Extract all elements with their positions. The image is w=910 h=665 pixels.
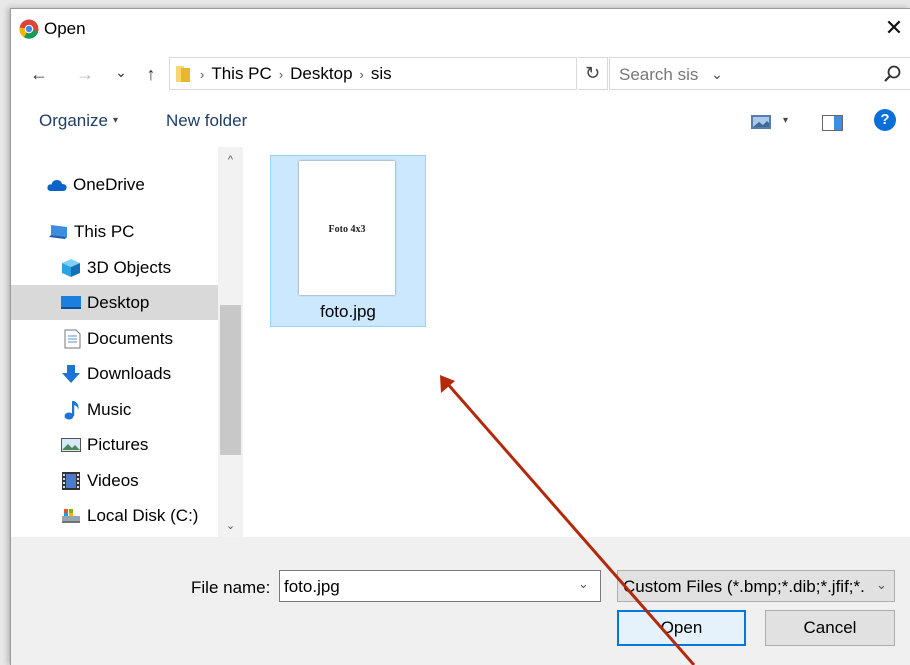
preview-pane-icon[interactable] [822,115,844,131]
file-list[interactable]: Foto 4x3 foto.jpg [243,147,910,537]
command-bar: Organize ▾ New folder ▾ ? [11,105,910,139]
chrome-icon [19,19,39,39]
sidebar-item-downloads[interactable]: Downloads [11,356,218,391]
sidebar-item-label: Pictures [87,435,149,454]
navigation-scrollbar[interactable]: ^ ⌄ [218,147,243,537]
up-arrow-icon: ↑ [146,64,156,84]
title-bar: Open ✕ [11,9,910,49]
document-icon [64,329,81,349]
open-button[interactable]: Open [617,610,746,646]
sidebar-item-label: OneDrive [73,175,145,194]
scroll-thumb[interactable] [220,305,241,455]
desktop-icon [61,296,81,309]
chevron-down-icon[interactable]: ⌄ [578,576,589,592]
sidebar-item-this-pc[interactable]: This PC [11,214,218,249]
cube-icon [62,259,80,277]
refresh-icon: ↻ [584,63,601,83]
new-folder-button[interactable]: New folder [166,111,247,131]
file-type-select[interactable]: Custom Files (*.bmp;*.dib;*.jfif;*. ⌄ [617,570,895,602]
search-box[interactable]: Search sis [609,57,910,90]
organize-label: Organize [39,111,108,130]
sidebar-item-pictures[interactable]: Pictures [11,427,218,462]
folder-icon [176,66,190,82]
sidebar-item-music[interactable]: Music [11,392,218,427]
file-item-foto-jpg[interactable]: Foto 4x3 foto.jpg [270,155,426,327]
sidebar-item-documents[interactable]: Documents [11,321,218,356]
breadcrumb-this-pc[interactable]: This PC [211,64,271,83]
breadcrumb-separator-icon: › [200,67,205,82]
view-dropdown-icon[interactable]: ▾ [783,115,788,126]
close-button[interactable]: ✕ [879,13,909,43]
breadcrumb-separator-icon: › [359,67,364,82]
sidebar-item-label: Desktop [87,293,150,312]
breadcrumb-separator-icon: › [278,67,284,82]
sidebar-item-local-disk[interactable]: Local Disk (C:) [11,498,218,533]
chevron-down-icon: ⌄ [225,520,236,532]
sidebar-item-label: 3D Objects [87,258,172,277]
scroll-down-button[interactable]: ⌄ [218,517,243,535]
chevron-down-icon: ⌄ [115,64,127,80]
disk-icon [62,509,80,523]
view-options-icon[interactable] [751,115,773,129]
cancel-label: Cancel [803,618,857,637]
forward-arrow-icon: → [76,64,94,84]
sidebar-item-label: Downloads [87,364,172,383]
organize-button[interactable]: Organize ▾ [39,111,118,131]
forward-button[interactable]: → [73,61,97,87]
caret-down-icon: ▾ [112,115,119,126]
breadcrumb: › This PC › Desktop › sis [200,64,392,84]
help-icon: ? [880,111,890,128]
file-type-value: Custom Files (*.bmp;*.dib;*.jfif;*. [623,577,865,596]
sidebar-item-desktop[interactable]: Desktop [11,285,218,320]
recent-locations-button[interactable]: ⌄ [109,59,133,85]
new-folder-label: New folder [166,111,248,130]
chevron-up-icon: ^ [227,154,234,166]
refresh-button[interactable]: ↻ [578,57,608,90]
sidebar-item-onedrive[interactable]: OneDrive [11,167,218,202]
file-name-input[interactable]: foto.jpg [284,577,340,597]
search-input[interactable]: Search sis [619,65,698,85]
sidebar-item-label: This PC [74,222,135,241]
address-bar[interactable]: › This PC › Desktop › sis ⌄ [169,57,723,90]
file-name-label: File name: [191,578,271,597]
sidebar-item-label: Music [87,400,132,419]
window-title: Open [44,19,86,38]
sidebar-item-3d-objects[interactable]: 3D Objects [11,250,218,285]
file-thumbnail: Foto 4x3 [299,161,395,295]
breadcrumb-sis[interactable]: sis [371,64,392,83]
breadcrumb-desktop[interactable]: Desktop [290,64,352,83]
thumbnail-text: Foto 4x3 [328,224,366,235]
cloud-icon [47,180,67,191]
sidebar-item-label: Documents [87,329,173,348]
chevron-down-icon: ⌄ [876,577,887,592]
navigation-bar: ← → ⌄ ↑ › This PC › Desktop › sis ⌄ ↻ Se… [11,57,910,93]
help-button[interactable]: ? [874,109,896,131]
back-arrow-icon: ← [30,64,48,84]
cancel-button[interactable]: Cancel [765,610,895,646]
picture-icon [61,438,81,452]
sidebar-item-label: Videos [87,471,139,490]
navigation-pane: OneDrive This PC 3D Objects Desktop Docu… [11,147,243,537]
close-icon: ✕ [884,15,904,40]
download-arrow-icon [62,365,80,383]
sidebar-item-videos[interactable]: Videos [11,463,218,498]
search-icon [884,65,901,82]
dialog-footer: File name: foto.jpg ⌄ Custom Files (*.bm… [11,537,910,665]
up-button[interactable]: ↑ [139,61,163,87]
sidebar-item-label: Local Disk (C:) [87,506,199,525]
open-label: Open [660,618,703,637]
open-file-dialog: Open ✕ ← → ⌄ ↑ › This PC › Desktop › sis ⌄ [10,8,910,665]
file-name-label: foto.jpg [320,302,376,321]
film-icon [62,472,80,490]
computer-icon [49,225,67,239]
back-button[interactable]: ← [27,61,51,87]
scroll-up-button[interactable]: ^ [218,151,243,169]
music-note-icon [64,401,79,420]
file-name-combobox[interactable]: foto.jpg ⌄ [279,570,601,602]
